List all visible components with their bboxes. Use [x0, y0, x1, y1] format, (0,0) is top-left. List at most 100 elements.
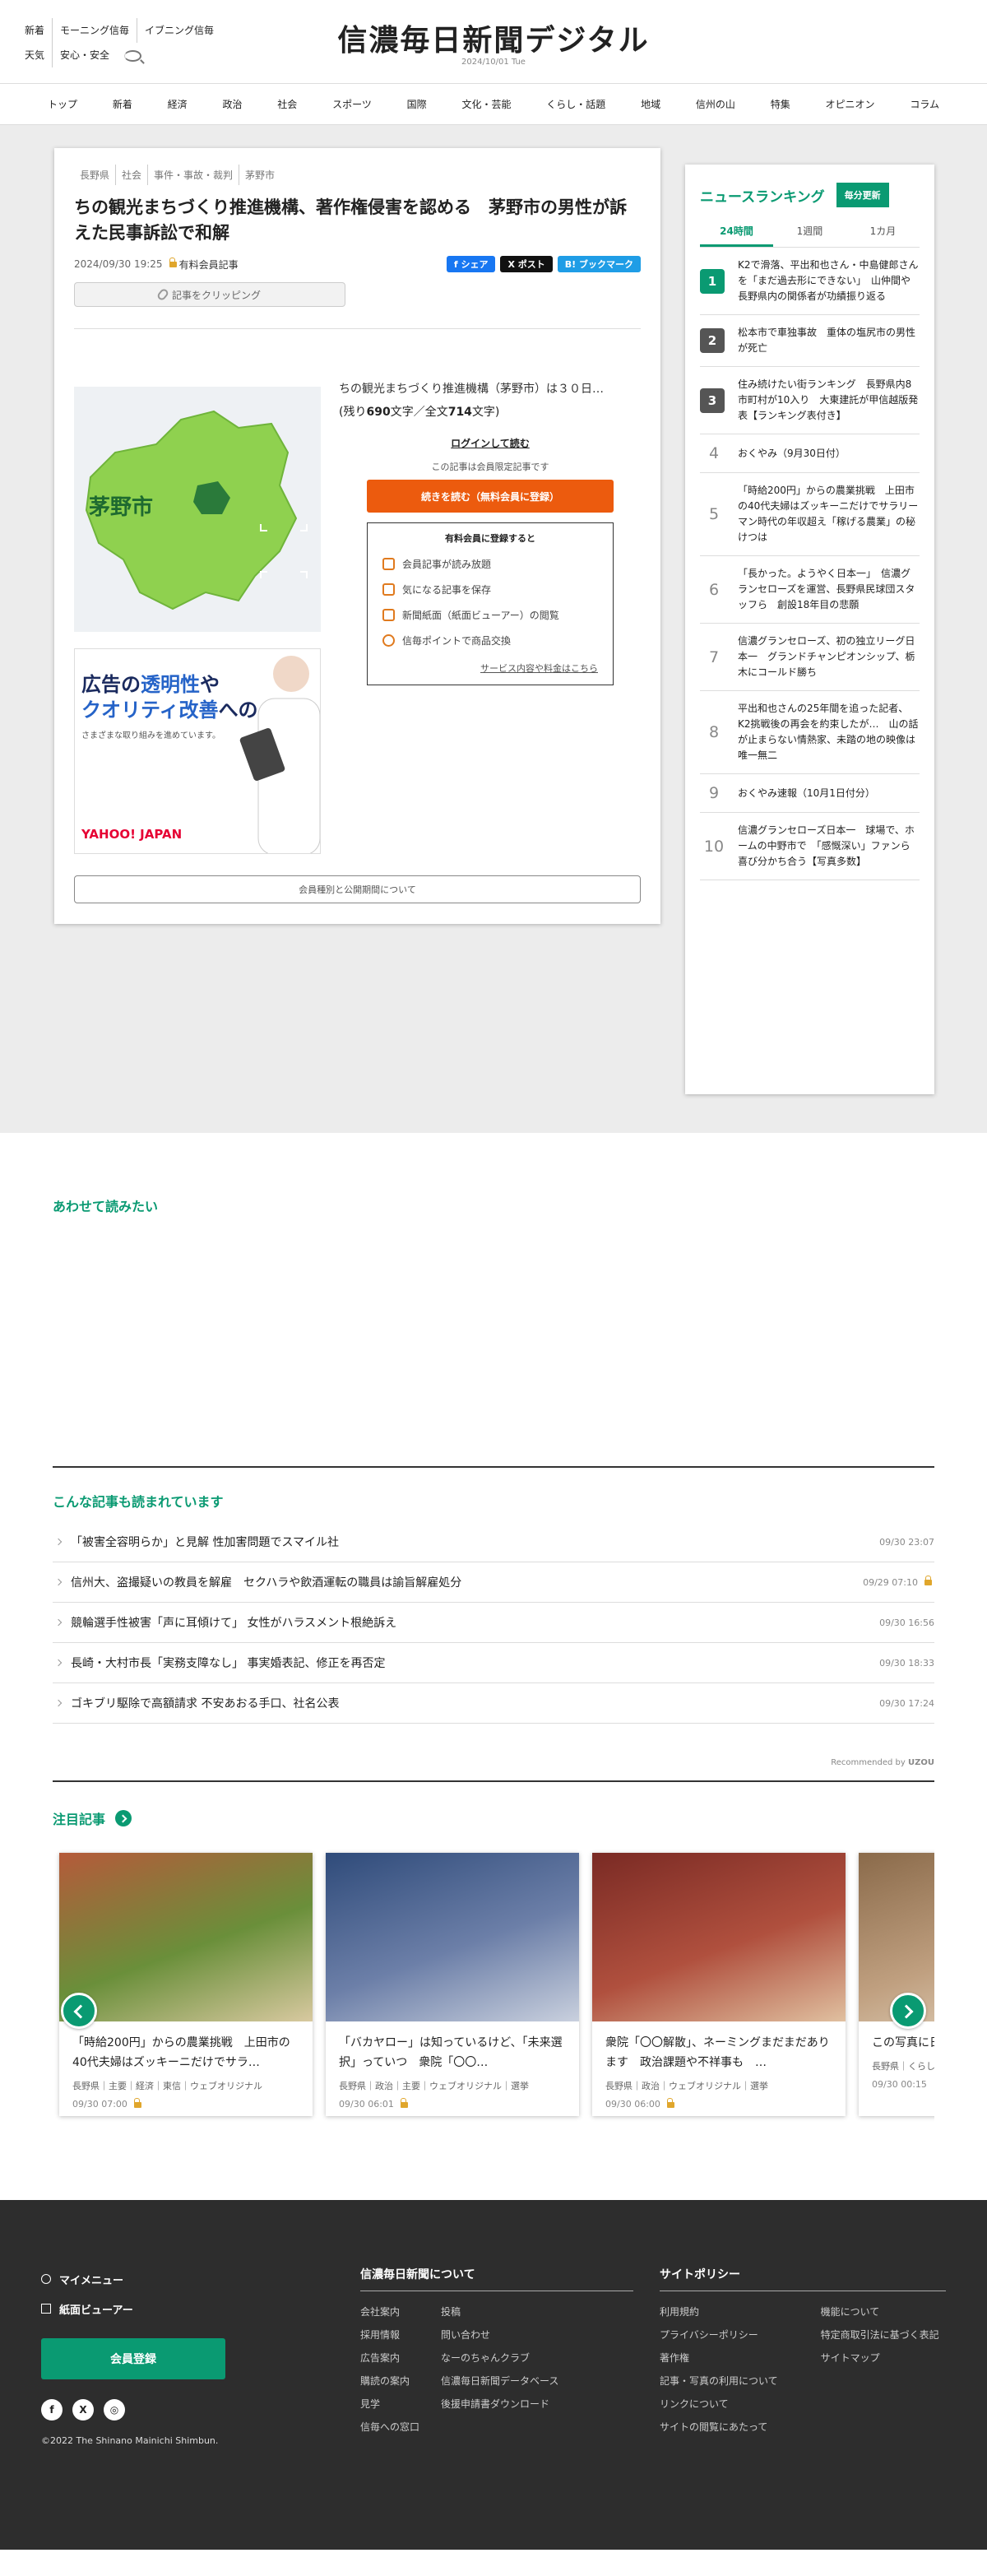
breadcrumb-item[interactable]: 事件・事故・裁判 — [147, 165, 239, 185]
breadcrumb-item[interactable]: 茅野市 — [239, 165, 280, 185]
advertisement-banner[interactable]: 広告の透明性や クオリティ改善への さまざまな取り組みを進めています。 YAHO… — [74, 648, 321, 854]
my-menu-link[interactable]: マイメニュー — [41, 2264, 225, 2294]
featured-card[interactable]: この写真に日のこと駒… 長野県｜くらし 09/30 00:15 — [859, 1853, 934, 2116]
ranking-item[interactable]: 8 平出和也さんの25年間を追った記者、K2挑戦後の再会を約束したが… 山の話が止… — [700, 691, 920, 774]
footer-link[interactable]: プライバシーポリシー — [660, 2328, 778, 2351]
footer-link[interactable]: 信濃毎日新聞データベース — [441, 2374, 558, 2397]
signup-button[interactable]: 会員登録 — [41, 2338, 225, 2379]
footer-link[interactable]: 特定商取引法に基づく表記 — [821, 2328, 939, 2351]
featured-card-tags: 長野県｜政治｜ウェブオリジナル｜選挙 — [605, 2081, 768, 2091]
points-icon — [382, 634, 395, 647]
breadcrumb-item[interactable]: 長野県 — [74, 165, 115, 185]
clip-article-button[interactable]: 記事をクリッピング — [74, 282, 345, 307]
footer-link[interactable]: 信毎への窓口 — [360, 2420, 419, 2443]
footer-link[interactable]: 著作権 — [660, 2351, 778, 2374]
nav-item[interactable]: 経済 — [161, 97, 194, 111]
footer-link[interactable]: 購読の案内 — [360, 2374, 419, 2397]
recommended-item[interactable]: ゴキブリ駆除で高額請求 不安あおる手口、社名公表 09/30 17:24 — [53, 1683, 934, 1724]
footer-link[interactable]: なーのちゃんクラブ — [441, 2351, 558, 2374]
facebook-share-button[interactable]: f シェア — [446, 256, 496, 272]
membership-period-button[interactable]: 会員種別と公開期間について — [74, 875, 641, 903]
nav-item[interactable]: 新着 — [106, 97, 139, 111]
footer-link[interactable]: 後援申請書ダウンロード — [441, 2397, 558, 2420]
paper-viewer-link[interactable]: 紙面ビューアー — [41, 2294, 225, 2323]
footer-link[interactable]: サイトマップ — [821, 2351, 939, 2374]
carousel-prev-button[interactable] — [61, 1993, 97, 2029]
nav-item[interactable]: 社会 — [271, 97, 304, 111]
facebook-icon[interactable]: f — [41, 2399, 63, 2421]
rank-headline: 住み続けたい街ランキング 長野県内8市町村が10入り 大東建託が甲信越版発表【ラ… — [738, 378, 919, 421]
ranking-item[interactable]: 2 松本市で車独事故 重体の塩尻市の男性が死亡 — [700, 315, 920, 367]
footer-link[interactable]: 投稿 — [441, 2304, 558, 2328]
footer-link[interactable]: リンクについて — [660, 2397, 778, 2420]
nav-item[interactable]: 信州の山 — [689, 97, 742, 111]
recommended-title: 「被害全容明らか」と見解 性加害問題でスマイル社 — [71, 1536, 340, 1549]
footer-link[interactable]: 見学 — [360, 2397, 419, 2420]
hatena-bookmark-button[interactable]: B! ブックマーク — [557, 256, 641, 272]
footer-link[interactable]: サイトの閲覧にあたって — [660, 2420, 778, 2443]
ranking-item[interactable]: 9 おくやみ速報（10月1日付分） — [700, 774, 920, 813]
chevron-right-icon — [54, 1659, 63, 1667]
site-header: 新着 モーニング信毎 イブニング信毎 天気 安心・安全 信濃毎日新聞デジタル 2024… — [0, 0, 987, 84]
ranking-item[interactable]: 7 信濃グランセローズ、初の独立リーグ日本一 グランドチャンピオンシップ、栃木にコ… — [700, 624, 920, 691]
nav-item[interactable]: スポーツ — [326, 97, 378, 111]
featured-section: 注目記事 「時給200円」からの農業挑戦 上田市の40代夫婦はズッキーニだけでサ… — [0, 1782, 987, 2123]
featured-more-icon[interactable] — [115, 1810, 132, 1826]
featured-card[interactable]: 「バカヤロー」は知っているけど、「未来選択」っていつ 衆院「〇〇… 長野県｜政治｜… — [326, 1853, 579, 2116]
about-title: 信濃毎日新聞について — [360, 2266, 633, 2291]
nav-item[interactable]: 文化・芸能 — [455, 97, 517, 111]
nav-item[interactable]: トップ — [41, 97, 84, 111]
share-buttons: f シェア X ポスト B! ブックマーク — [446, 256, 641, 272]
x-icon[interactable]: X — [72, 2399, 94, 2421]
recommended-title: こんな記事も読まれています — [53, 1494, 224, 1510]
footer-link[interactable]: 広告案内 — [360, 2351, 419, 2374]
ranking-item[interactable]: 3 住み続けたい街ランキング 長野県内8市町村が10入り 大東建託が甲信越版発表【… — [700, 367, 920, 434]
tab-1month[interactable]: 1カ月 — [846, 224, 920, 247]
rank-number: 5 — [708, 505, 720, 523]
featured-card-image — [326, 1853, 579, 2021]
tab-1week[interactable]: 1週間 — [773, 224, 846, 247]
nav-item[interactable]: くらし・話題 — [540, 97, 612, 111]
featured-card-image — [592, 1853, 846, 2021]
recommended-item[interactable]: 信州大、盗撮疑いの教員を解雇 セクハラや飲酒運転の職員は諭旨解雇処分 09/29 … — [53, 1562, 934, 1603]
svg-text:茅野市: 茅野市 — [89, 494, 153, 520]
featured-card[interactable]: 衆院「〇〇解散」、ネーミングまだまだあります 政治課題や不祥事も … 長野県｜政治… — [592, 1853, 846, 2116]
recommended-item[interactable]: 「被害全容明らか」と見解 性加害問題でスマイル社 09/30 23:07 — [53, 1522, 934, 1562]
nav-item[interactable]: 地域 — [634, 97, 667, 111]
instagram-icon[interactable]: ◎ — [104, 2399, 125, 2421]
footer-link[interactable]: 会社案内 — [360, 2304, 419, 2328]
featured-card-title: この写真に日のこと駒… — [872, 2036, 934, 2049]
ranking-item[interactable]: 10 信濃グランセローズ日本一 球場で、ホームの中野市で 「感慨深い」ファンら喜び… — [700, 813, 920, 880]
lock-icon — [400, 2097, 408, 2108]
ranking-item[interactable]: 5 「時給200円」からの農業挑戦 上田市の40代夫婦はズッキーニだけでサラリーマ… — [700, 473, 920, 556]
nav-item[interactable]: 政治 — [215, 97, 248, 111]
nav-item[interactable]: オピニオン — [819, 97, 882, 111]
policy-links-col-1: 利用規約 プライバシーポリシー 著作権 記事・写真の利用について リンクについて サイトの… — [660, 2304, 778, 2443]
featured-card[interactable]: 「時給200円」からの農業挑戦 上田市の40代夫婦はズッキーニだけでサラ… 長野県… — [59, 1853, 313, 2116]
service-details-link[interactable]: サービス内容や料金はこちら — [382, 661, 598, 675]
ranking-item[interactable]: 1 K2で滑落、平出和也さん・中島健郎さんを「まだ過去形にできない」 山仲間や長野… — [700, 248, 920, 315]
ranking-item[interactable]: 6 「長かった。ようやく日本一」 信濃グランセローズを運営、長野県民球団スタッフら… — [700, 556, 920, 624]
footer-link[interactable]: 採用情報 — [360, 2328, 419, 2351]
nav-item[interactable]: 国際 — [401, 97, 433, 111]
main-nav: トップ 新着 経済 政治 社会 スポーツ 国際 文化・芸能 くらし・話題 地域 信州の山 特集 オピニオ… — [0, 84, 987, 125]
nav-item[interactable]: コラム — [903, 97, 946, 111]
rank-headline: おくやみ（9月30日付） — [738, 447, 846, 459]
footer-link[interactable]: 利用規約 — [660, 2304, 778, 2328]
ranking-header: ニュースランキング 毎分更新 — [700, 183, 920, 207]
featured-card-date-text: 09/30 06:00 — [605, 2099, 660, 2110]
x-post-button[interactable]: X ポスト — [500, 256, 553, 272]
continue-reading-button[interactable]: 続きを読む（無料会員に登録） — [367, 480, 614, 513]
nav-item[interactable]: 特集 — [764, 97, 797, 111]
ranking-item[interactable]: 4 おくやみ（9月30日付） — [700, 434, 920, 473]
footer-link[interactable]: 記事・写真の利用について — [660, 2374, 778, 2397]
recommended-item[interactable]: 競輪選手性被害「声に耳傾けて」 女性がハラスメント根絶訴え 09/30 16:56 — [53, 1603, 934, 1643]
footer-link[interactable]: 機能について — [821, 2304, 939, 2328]
recommended-item[interactable]: 長崎・大村市長「実務支障なし」 事実婚表記、修正を再否定 09/30 18:33 — [53, 1643, 934, 1683]
carousel-next-button[interactable] — [890, 1993, 926, 2029]
breadcrumb-item[interactable]: 社会 — [115, 165, 147, 185]
footer-link[interactable]: 問い合わせ — [441, 2328, 558, 2351]
tab-24h[interactable]: 24時間 — [700, 224, 773, 247]
login-to-read-link[interactable]: ログインして読む — [339, 436, 642, 450]
site-logo[interactable]: 信濃毎日新聞デジタル — [0, 16, 987, 59]
